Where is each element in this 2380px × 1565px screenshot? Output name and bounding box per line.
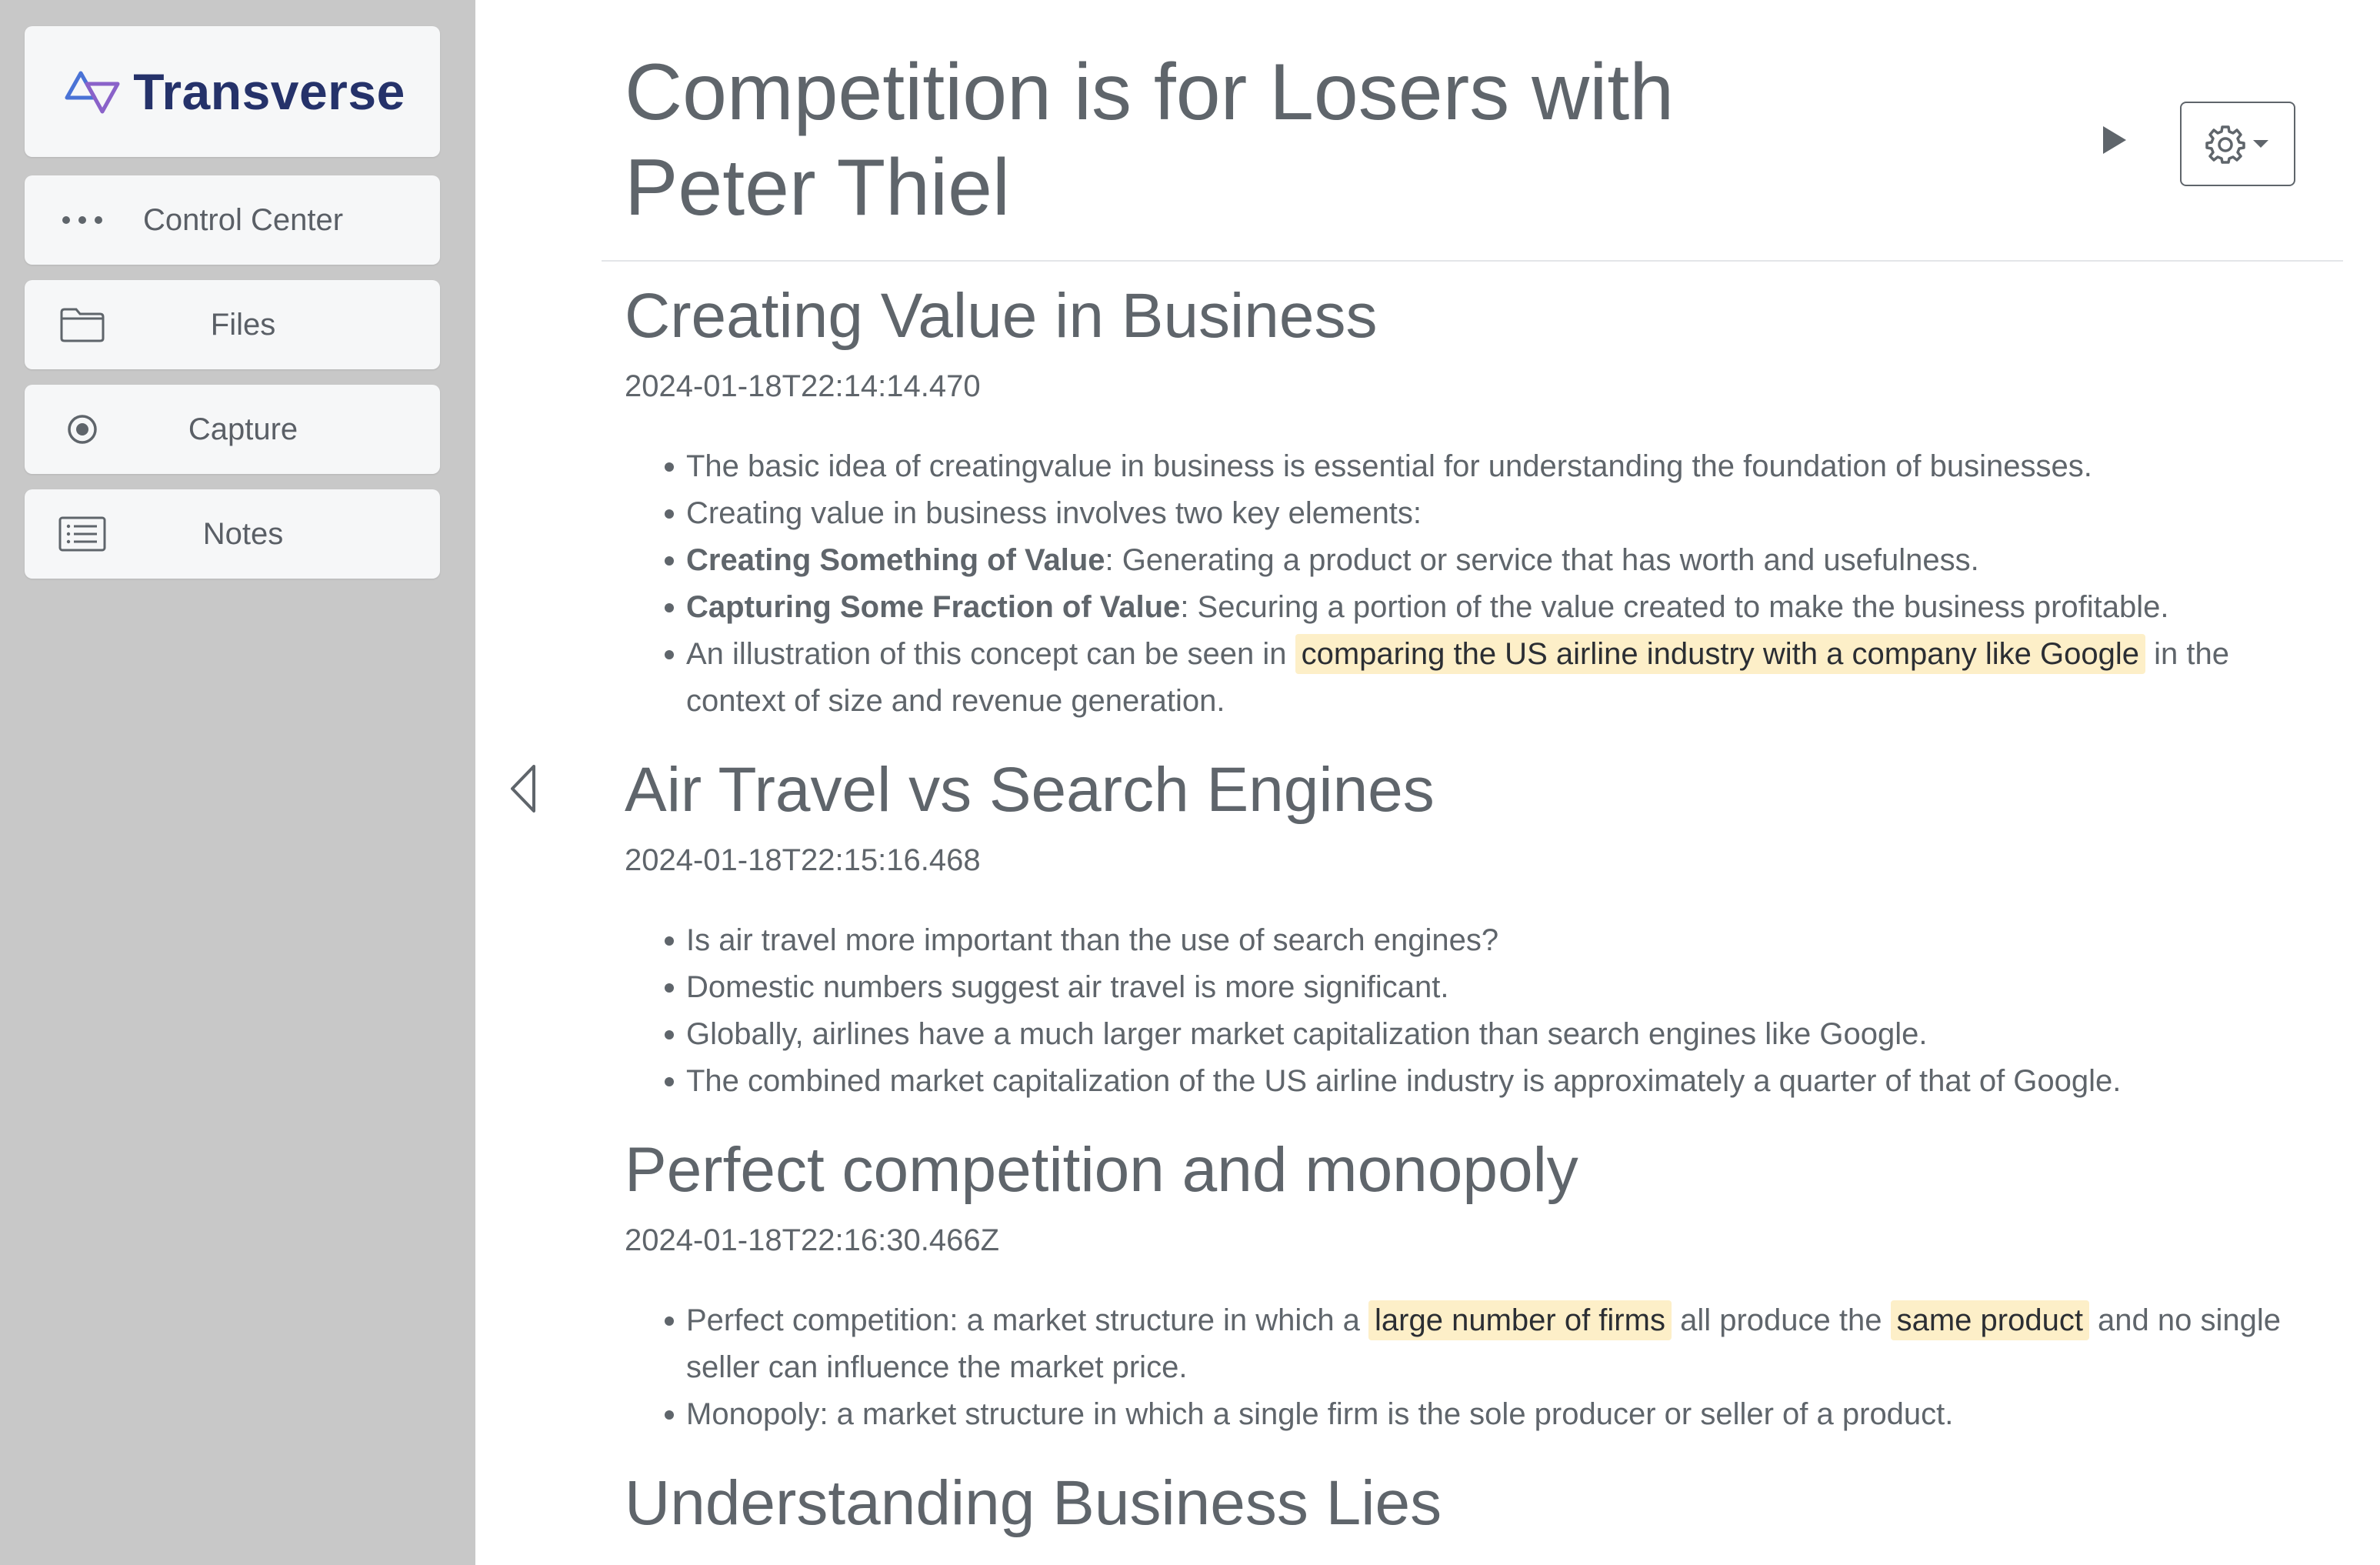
section-heading: Understanding Business Lies [625,1468,1442,1538]
bullet-list: The basic idea of creatingvalue in busin… [625,443,2332,725]
logo-text: Transverse [133,63,405,120]
note-section: Air Travel vs Search Engines 2024-01-18T… [625,748,2332,1105]
nav-label: Files [210,307,276,342]
section-timestamp: 2024-01-18T22:15:16.468 [625,843,981,877]
highlighted-text[interactable]: comparing the US airline industry with a… [1295,634,2146,674]
logo[interactable]: Transverse [25,26,440,157]
list-item: Creating Something of Value: Generating … [625,537,2332,584]
gear-icon [2205,125,2245,164]
bold-term: Creating Something of Value [686,543,1105,577]
list-item: Creating value in business involves two … [625,490,2332,537]
nav-label: Control Center [142,202,344,237]
main-content: Competition is for Losers with Peter Thi… [475,0,2380,1565]
note-section: Perfect competition and monopoly 2024-01… [625,1128,2332,1438]
bullet-list: Perfect competition: a market structure … [625,1297,2332,1438]
nav-capture[interactable]: Capture [25,385,440,474]
note-section: Creating Value in Business 2024-01-18T22… [625,274,2332,725]
transverse-logo-icon [65,71,120,114]
section-timestamp: 2024-01-18T22:14:14.470 [625,369,981,403]
list-item: Globally, airlines have a much larger ma… [625,1011,2332,1058]
nav-control-center[interactable]: Control Center [25,175,440,265]
nav-label: Capture [188,412,298,446]
nav-label: Notes [202,516,284,551]
play-icon[interactable] [2091,117,2137,163]
list-item: The combined market capitalization of th… [625,1058,2332,1105]
section-heading: Creating Value in Business [625,281,1378,351]
notes-content: Creating Value in Business 2024-01-18T22… [625,274,2332,1546]
title-divider [602,260,2343,262]
list-item: Domestic numbers suggest air travel is m… [625,964,2332,1011]
list-item: An illustration of this concept can be s… [625,631,2332,725]
settings-dropdown-button[interactable] [2180,102,2295,186]
collapse-sidebar-icon[interactable] [505,762,543,816]
list-item: Capturing Some Fraction of Value: Securi… [625,584,2332,631]
list-item: Monopoly: a market structure in which a … [625,1391,2332,1438]
highlighted-text[interactable]: large number of firms [1368,1300,1672,1340]
section-heading: Air Travel vs Search Engines [625,755,1435,825]
page-title: Competition is for Losers with Peter Thi… [625,48,1675,232]
nav-notes[interactable]: Notes [25,489,440,579]
list-item: The basic idea of creatingvalue in busin… [625,443,2332,490]
list-item: Is air travel more important than the us… [625,917,2332,964]
bold-term: Capturing Some Fraction of Value [686,590,1181,624]
nav-files[interactable]: Files [25,280,440,369]
list-item: Perfect competition: a market structure … [625,1297,2332,1391]
chevron-down-icon [2253,140,2268,148]
highlighted-text[interactable]: same product [1890,1300,2089,1340]
sidebar: Transverse Control Center Files Capture … [0,0,475,1565]
bullet-list: Is air travel more important than the us… [625,917,2332,1105]
note-section: Understanding Business Lies [625,1461,2332,1546]
section-timestamp: 2024-01-18T22:16:30.466Z [625,1223,1000,1257]
section-heading: Perfect competition and monopoly [625,1135,1578,1205]
